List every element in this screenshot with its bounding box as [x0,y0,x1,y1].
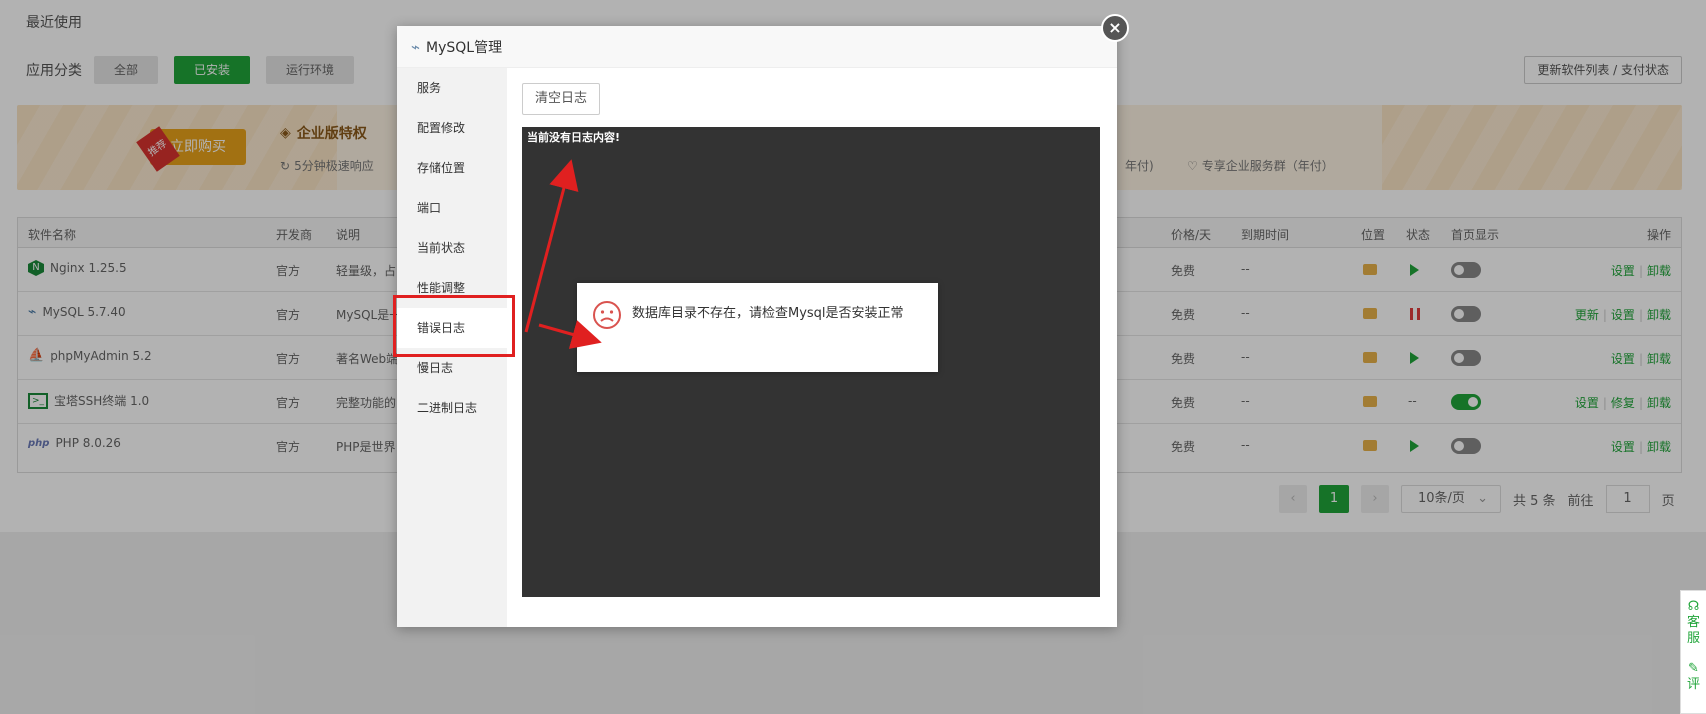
close-icon[interactable]: × [1101,14,1129,42]
menu-binlog[interactable]: 二进制日志 [397,388,507,428]
dialog-header: ⌁ MySQL管理 [397,26,1117,68]
log-text: 当前没有日志内容! [527,131,621,144]
side-tools: ☊ 客服 ✎ 评 [1680,590,1706,714]
customer-service-button[interactable]: ☊ 客服 [1681,599,1706,647]
sad-face-icon [593,301,621,329]
menu-port[interactable]: 端口 [397,188,507,228]
review-button[interactable]: ✎ 评 [1681,661,1706,693]
headset-icon: ☊ [1687,599,1700,614]
menu-storage[interactable]: 存储位置 [397,148,507,188]
highlight-box [393,295,515,357]
menu-config[interactable]: 配置修改 [397,108,507,148]
menu-status[interactable]: 当前状态 [397,228,507,268]
edit-icon: ✎ [1688,661,1699,676]
error-message-popup: 数据库目录不存在，请检查Mysql是否安装正常 [577,283,938,372]
clear-log-button[interactable]: 清空日志 [522,83,601,115]
dialog-title: MySQL管理 [426,39,503,56]
mysql-icon: ⌁ [411,37,421,56]
error-message-text: 数据库目录不存在，请检查Mysql是否安装正常 [632,306,904,321]
menu-service[interactable]: 服务 [397,68,507,108]
